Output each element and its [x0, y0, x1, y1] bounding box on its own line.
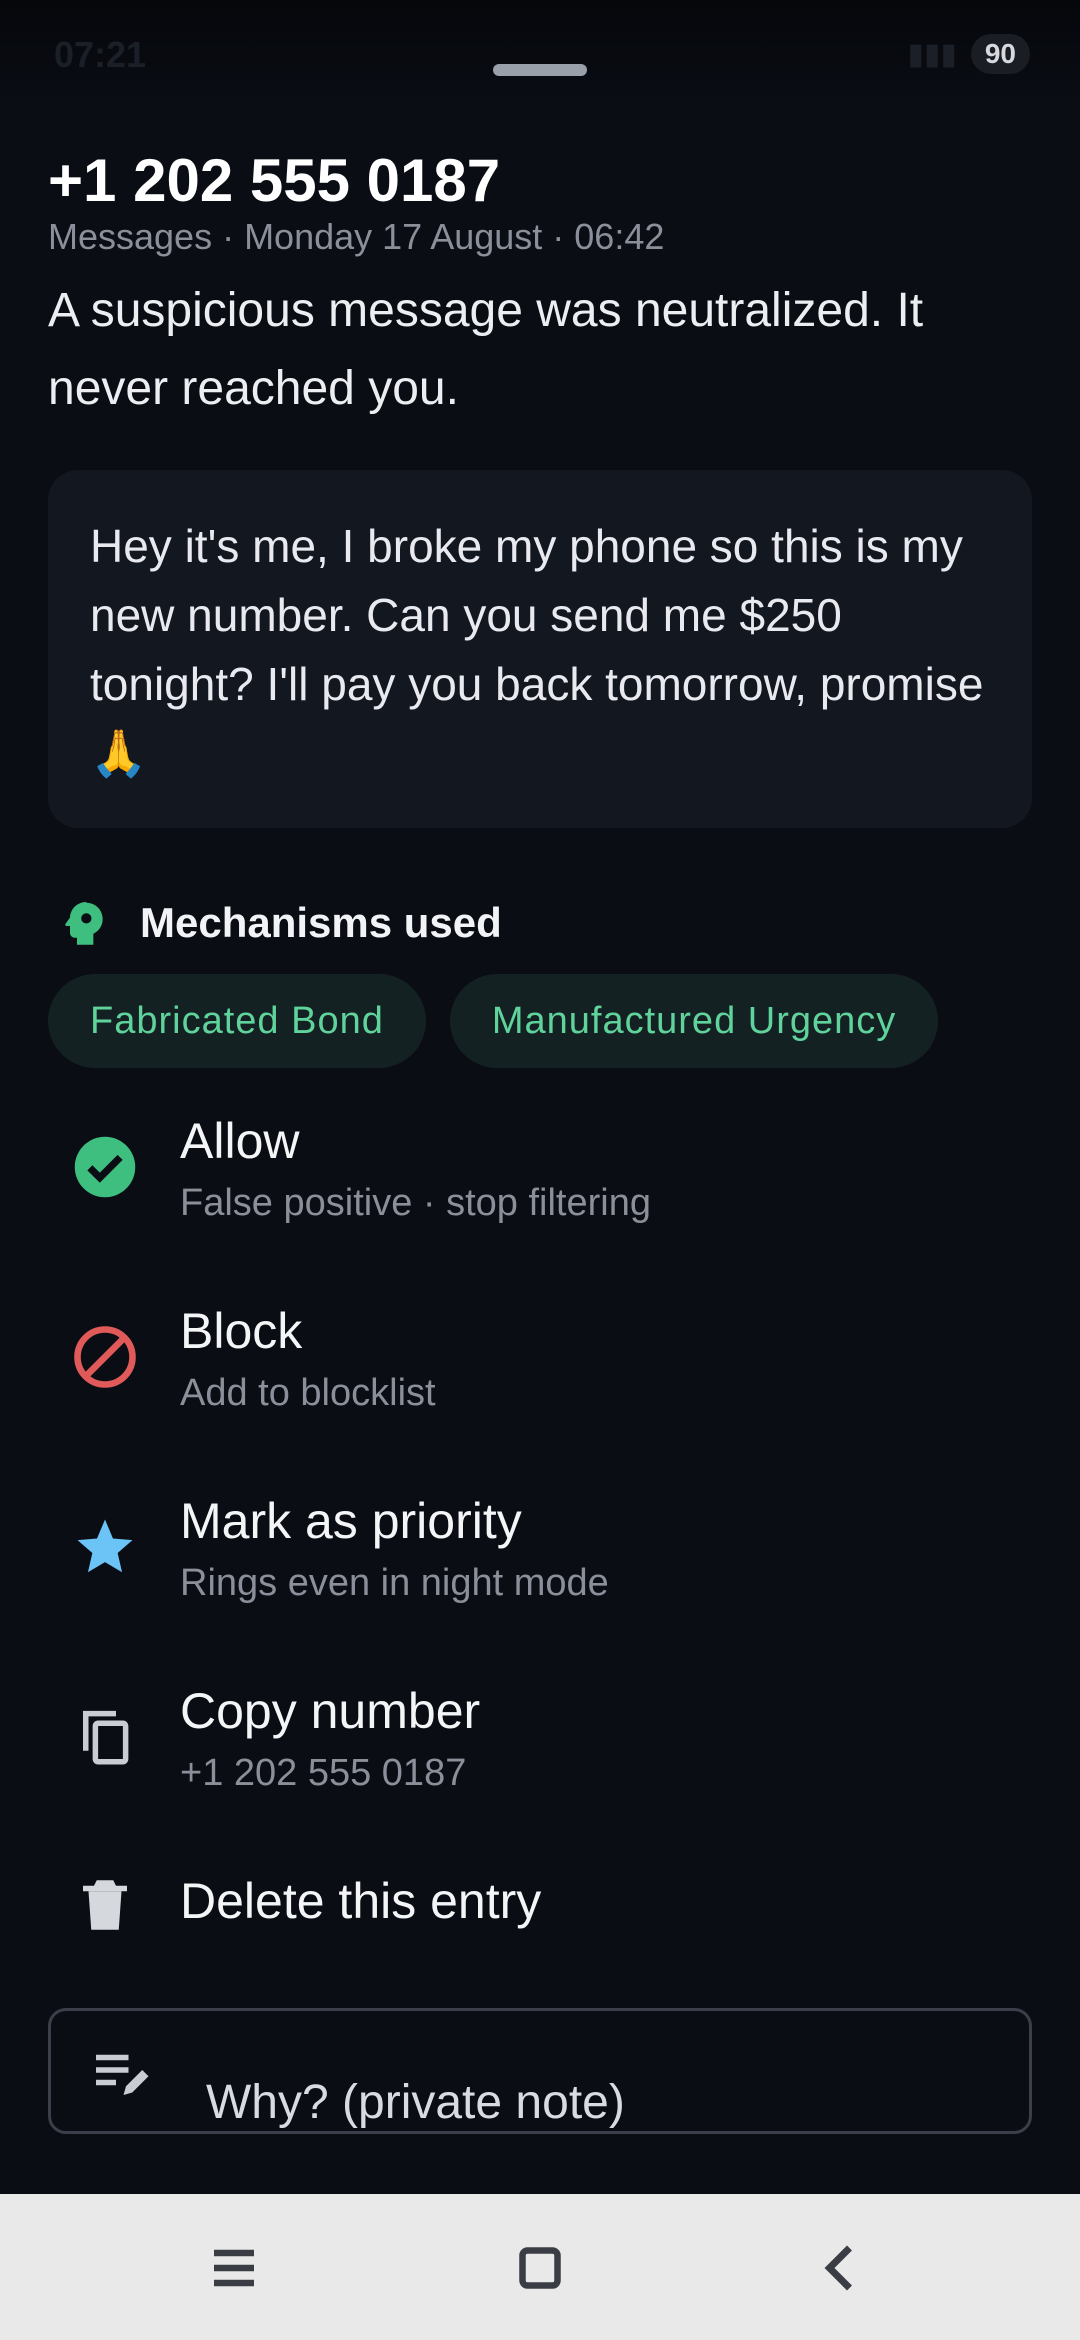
chip-fabricated-bond[interactable]: Fabricated Bond	[48, 974, 426, 1068]
message-text: Hey it's me, I broke my phone so this is…	[90, 520, 984, 779]
copy-number-action[interactable]: Copy number +1 202 555 0187	[0, 1670, 1080, 1840]
mechanism-chips: Fabricated Bond Manufactured Urgency	[48, 974, 939, 1068]
system-nav-bar	[0, 2194, 1080, 2340]
block-icon	[74, 1326, 136, 1388]
copy-number-sub: +1 202 555 0187	[180, 1752, 467, 1794]
signal-icon: ▮▮▮	[907, 37, 957, 71]
allow-sub: False positive · stop filtering	[180, 1182, 651, 1224]
allow-label: Allow	[180, 1113, 300, 1169]
home-square-icon[interactable]	[510, 2238, 570, 2298]
brain-gear-icon	[65, 902, 103, 945]
menu-icon[interactable]	[204, 2238, 264, 2298]
message-card: Hey it's me, I broke my phone so this is…	[48, 470, 1032, 828]
block-sub: Add to blocklist	[180, 1372, 436, 1414]
page-title: +1 202 555 0187	[48, 147, 501, 214]
note-placeholder: Why? (private note)	[206, 2076, 625, 2129]
battery-indicator: 90	[970, 34, 1030, 74]
block-label: Block	[180, 1303, 303, 1359]
summary-text: A suspicious message was neutralized. It…	[48, 284, 924, 415]
mechanisms-header: Mechanisms used	[56, 895, 502, 951]
sheet-drag-handle[interactable]	[493, 64, 587, 76]
priority-label: Mark as priority	[180, 1493, 522, 1549]
trash-icon	[83, 1880, 127, 1930]
block-action[interactable]: Block Add to blocklist	[0, 1290, 1080, 1460]
priority-sub: Rings even in night mode	[180, 1562, 609, 1604]
copy-icon	[83, 1710, 129, 1765]
copy-number-label: Copy number	[180, 1683, 481, 1739]
message-meta: Messages · Monday 17 August · 06:42	[48, 216, 665, 257]
chip-manufactured-urgency[interactable]: Manufactured Urgency	[449, 974, 939, 1068]
priority-action[interactable]: Mark as priority Rings even in night mod…	[0, 1480, 1080, 1650]
check-circle-icon	[74, 1136, 136, 1198]
edit-note-icon	[96, 2054, 149, 2095]
back-icon[interactable]	[812, 2238, 872, 2298]
status-time: 07:21	[54, 34, 147, 75]
delete-entry-action[interactable]: Delete this entry	[0, 1860, 1080, 2030]
private-note-field[interactable]: Why? (private note)	[48, 2008, 1032, 2134]
delete-entry-label: Delete this entry	[180, 1873, 542, 1929]
status-icons: ▮▮▮ 90	[907, 34, 1030, 74]
status-bar: 07:21 ▮▮▮ 90	[0, 0, 1080, 110]
allow-action[interactable]: Allow False positive · stop filtering	[0, 1100, 1080, 1270]
mechanisms-title: Mechanisms used	[140, 899, 502, 946]
star-icon	[77, 1519, 133, 1573]
